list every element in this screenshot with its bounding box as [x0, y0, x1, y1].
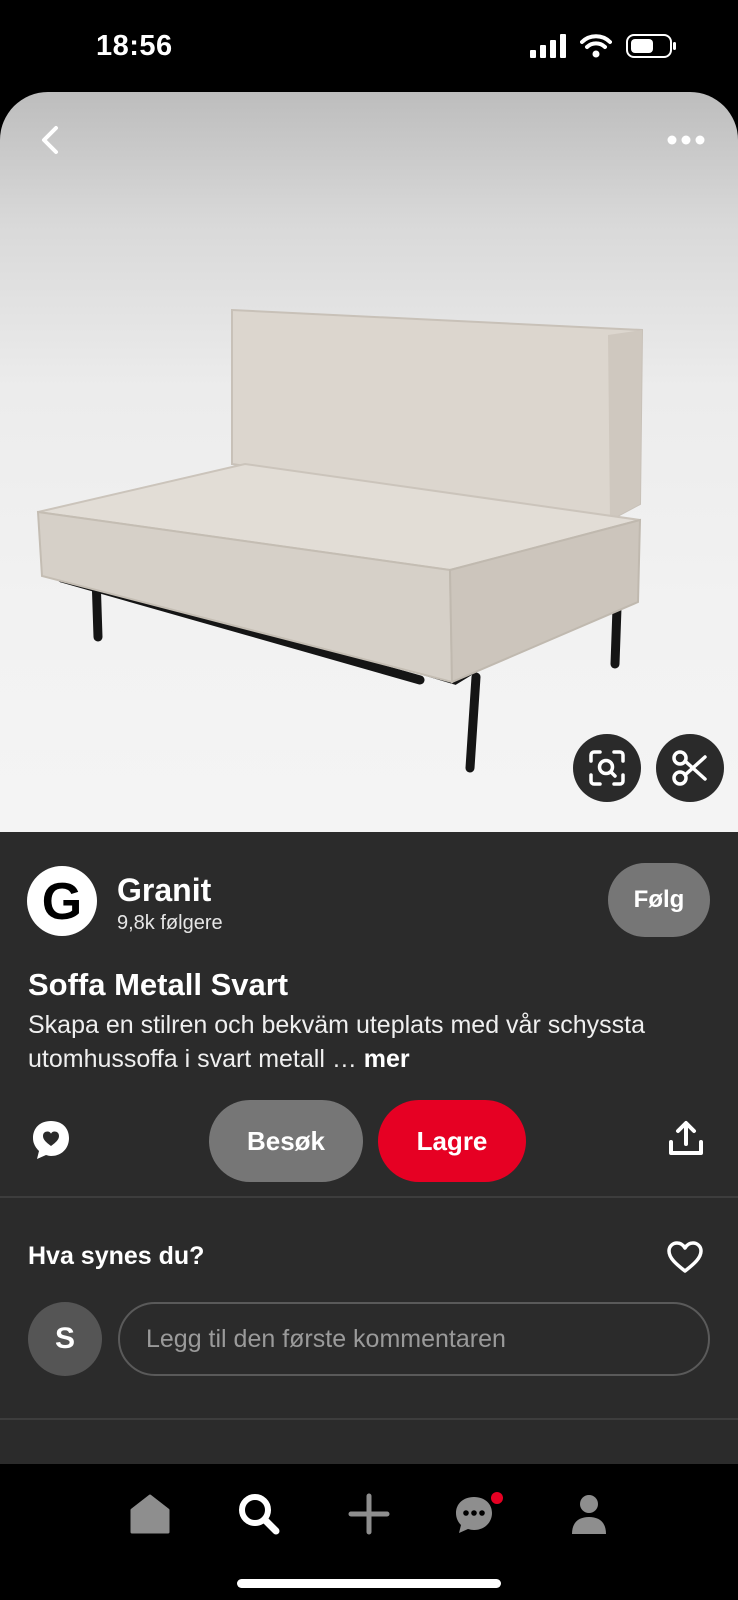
react-button[interactable] [666, 1240, 704, 1279]
divider [0, 1418, 738, 1420]
share-icon [669, 1121, 703, 1155]
pin-details: G Granit 9,8k følgere Følg Soffa Metall … [0, 832, 738, 1464]
comments-heading: Hva synes du? [28, 1242, 205, 1270]
bottom-nav [0, 1464, 738, 1600]
save-button[interactable]: Lagre [378, 1100, 526, 1182]
more-options-icon [667, 135, 705, 145]
status-icons [530, 34, 676, 58]
user-avatar[interactable]: S [28, 1302, 102, 1376]
follow-button[interactable]: Følg [608, 863, 710, 937]
creator-logo: G [42, 874, 82, 928]
creator-logo-letter: G [42, 874, 82, 928]
status-time: 18:56 [96, 30, 173, 62]
nav-home[interactable] [122, 1486, 178, 1542]
status-bar: 18:56 [0, 0, 738, 92]
back-icon [42, 126, 58, 154]
scissors-icon [672, 750, 707, 786]
scissors-button[interactable] [656, 734, 724, 802]
more-link[interactable]: mer [364, 1045, 410, 1073]
home-icon [130, 1494, 170, 1534]
visual-search-button[interactable] [573, 734, 641, 802]
battery-icon [626, 34, 676, 58]
nav-create[interactable] [341, 1486, 397, 1542]
heart-icon [667, 1241, 703, 1273]
profile-icon [572, 1495, 606, 1534]
creator-avatar[interactable]: G [27, 866, 97, 936]
comment-icon [33, 1121, 69, 1159]
wifi-icon [580, 34, 612, 58]
share-button[interactable] [668, 1120, 704, 1163]
pin-image[interactable] [0, 92, 738, 832]
sofa-image [36, 308, 644, 773]
add-icon [348, 1493, 390, 1535]
nav-profile[interactable] [561, 1486, 617, 1542]
comment-button[interactable] [30, 1118, 72, 1167]
pin-title: Soffa Metall Svart [28, 967, 289, 1002]
nav-messages[interactable] [451, 1486, 507, 1542]
divider [0, 1196, 738, 1198]
search-icon [239, 1494, 280, 1535]
pin-description-text: Skapa en stilren och bekväm uteplats med… [28, 1011, 645, 1073]
visual-search-icon [589, 750, 625, 786]
comment-input[interactable] [118, 1302, 710, 1376]
home-indicator [237, 1579, 501, 1588]
pin-description: Skapa en stilren och bekväm uteplats med… [28, 1008, 708, 1076]
follower-count: 9,8k følgere [117, 912, 223, 934]
back-button[interactable] [28, 118, 72, 162]
messages-icon [456, 1492, 503, 1533]
signal-icon [530, 34, 566, 58]
visit-button[interactable]: Besøk [209, 1100, 363, 1182]
creator-name[interactable]: Granit [117, 872, 211, 909]
nav-search[interactable] [231, 1486, 287, 1542]
more-options-button[interactable] [662, 122, 710, 158]
